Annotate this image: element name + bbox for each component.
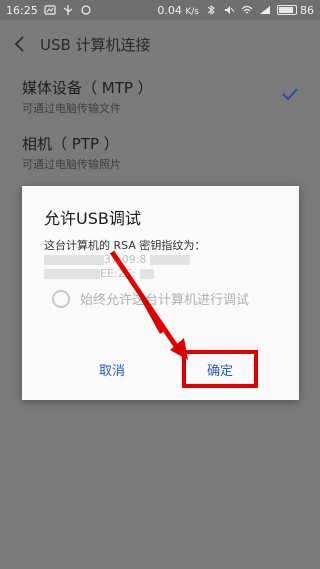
back-button[interactable] xyxy=(0,20,40,68)
dialog-message: 这台计算机的 RSA 密钥指纹为： 37:09:8 EE:2C: xyxy=(44,239,284,281)
usb-mode-list: 媒体设备（ MTP ） 可通过电脑传输文件 相机（ PTP ） 可通过电脑传输照… xyxy=(0,68,320,180)
battery-indicator: 86 xyxy=(277,4,314,17)
wifi-icon xyxy=(241,5,253,15)
always-allow-label: 始终允许这台计算机进行调试 xyxy=(80,293,250,308)
dialog-title: 允许USB调试 xyxy=(44,209,141,228)
fingerprint-fragment-1: 37:09:8 xyxy=(104,253,147,266)
battery-icon xyxy=(277,5,297,15)
option-title: 相机（ PTP ） xyxy=(22,134,119,153)
fingerprint-fragment-2: EE:2C: xyxy=(100,267,136,280)
app-notification-icon xyxy=(80,5,92,15)
checkmark-icon xyxy=(282,86,298,105)
option-ptp[interactable]: 相机（ PTP ） 可通过电脑传输照片 xyxy=(0,124,320,180)
option-mtp[interactable]: 媒体设备（ MTP ） 可通过电脑传输文件 xyxy=(0,68,320,124)
battery-level: 86 xyxy=(300,3,314,17)
cancel-button[interactable]: 取消 xyxy=(80,354,144,384)
fingerprint-intro: 这台计算机的 RSA 密钥指纹为： xyxy=(44,239,206,252)
back-arrow-icon xyxy=(14,36,24,52)
mute-icon xyxy=(223,5,235,15)
signal-icon xyxy=(259,5,271,15)
fingerprint-line-2: EE:2C: xyxy=(44,267,284,281)
ok-button[interactable]: 确定 xyxy=(182,350,258,388)
page-title: USB 计算机连接 xyxy=(40,35,151,54)
bluetooth-icon xyxy=(205,5,217,15)
always-allow-option[interactable]: 始终允许这台计算机进行调试 xyxy=(52,289,249,308)
net-speed: 0.04 K/s xyxy=(157,3,199,17)
always-allow-radio[interactable] xyxy=(52,289,70,308)
app-bar: USB 计算机连接 xyxy=(0,20,320,68)
usb-debug-dialog: 允许USB调试 这台计算机的 RSA 密钥指纹为： 37:09:8 EE:2C:… xyxy=(22,186,299,400)
fingerprint-line-1: 37:09:8 xyxy=(44,253,284,267)
status-bar: 16:25 0.04 K/s 86 xyxy=(0,0,320,20)
option-title: 媒体设备（ MTP ） xyxy=(22,78,153,97)
usb-icon xyxy=(62,5,74,15)
notification-icon xyxy=(44,5,56,15)
status-time: 16:25 xyxy=(6,3,38,17)
option-subtitle: 可通过电脑传输文件 xyxy=(22,101,121,115)
option-subtitle: 可通过电脑传输照片 xyxy=(22,157,121,171)
